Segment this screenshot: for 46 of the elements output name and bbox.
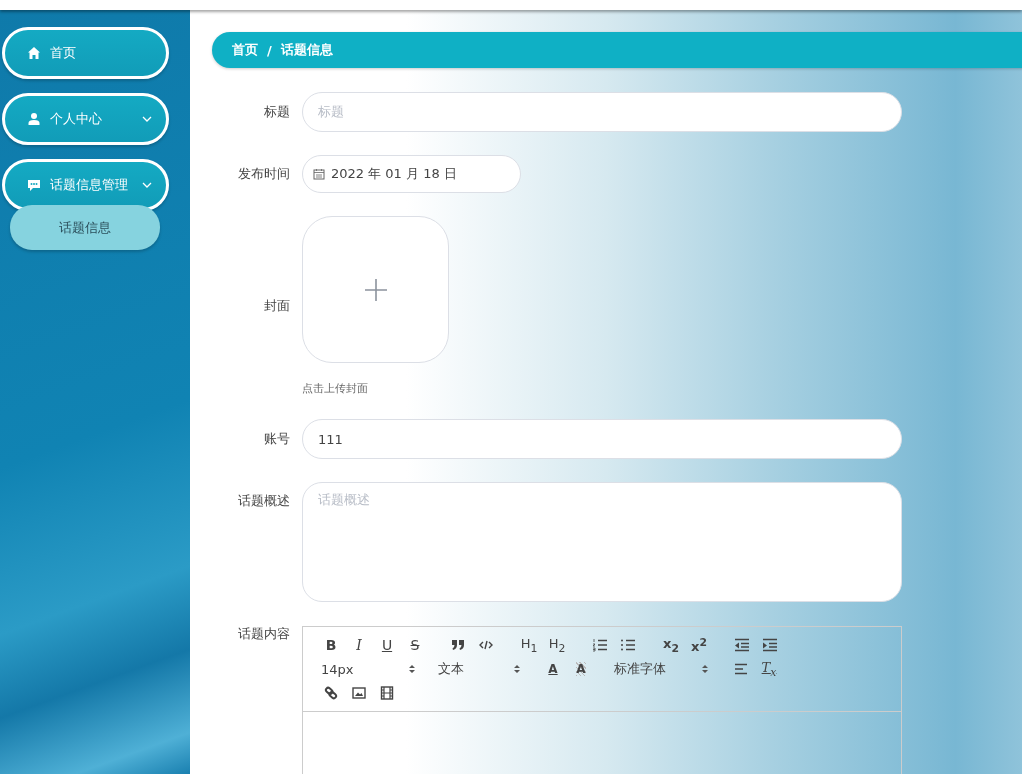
- image-icon[interactable]: [352, 687, 366, 699]
- field-label: 话题概述: [237, 492, 290, 510]
- field-label: 发布时间: [237, 165, 290, 183]
- input-field[interactable]: 111: [302, 419, 902, 459]
- up-down-icon: [514, 664, 520, 674]
- script-button[interactable]: x$^{2}$: [685, 635, 713, 655]
- breadcrumb-separator: /: [267, 42, 272, 58]
- code-icon[interactable]: [479, 639, 493, 651]
- field-label: 标题: [263, 103, 290, 121]
- date-field[interactable]: 2022 年 01 月 18 日: [302, 155, 521, 193]
- upload-hint: 点击上传封面: [302, 381, 369, 396]
- heading-button[interactable]: H$_{2}$: [543, 635, 571, 655]
- bullet-list-icon[interactable]: [620, 638, 636, 652]
- film-icon[interactable]: [380, 686, 394, 700]
- link-icon[interactable]: [324, 686, 338, 700]
- home-icon: [27, 46, 41, 60]
- plus-icon: [363, 277, 388, 302]
- clear-format-button[interactable]: T$_{x}$: [755, 659, 783, 679]
- underline-button[interactable]: U: [373, 635, 401, 655]
- field-label: 话题内容: [237, 625, 290, 643]
- align-icon[interactable]: [734, 663, 748, 675]
- chat-icon: [27, 178, 41, 192]
- text-color-button[interactable]: A: [539, 659, 567, 679]
- field-label: 账号: [263, 430, 290, 448]
- user-icon: [27, 112, 41, 126]
- toolbar-select[interactable]: 14px: [317, 659, 419, 679]
- italic-button[interactable]: I: [345, 635, 373, 655]
- outdent-icon[interactable]: [734, 638, 750, 652]
- script-button[interactable]: x$_{2}$: [657, 635, 685, 655]
- background-color-button[interactable]: A: [567, 659, 595, 679]
- strikethrough-button[interactable]: S: [401, 635, 429, 655]
- chevron-down-icon: [142, 182, 152, 188]
- quote-icon[interactable]: [451, 639, 465, 651]
- indent-icon[interactable]: [762, 638, 778, 652]
- chevron-down-icon: [142, 116, 152, 122]
- toolbar-select[interactable]: 文本: [434, 659, 524, 679]
- calendar-icon: [313, 168, 325, 180]
- field-label: 封面: [263, 297, 290, 315]
- up-down-icon: [409, 664, 415, 674]
- bold-button[interactable]: B: [317, 635, 345, 655]
- up-down-icon: [702, 664, 708, 674]
- heading-button[interactable]: H$_{1}$: [515, 635, 543, 655]
- rich-text-editor[interactable]: B I U S H$_{1}$ H$_{2}$ x$_{2}$ x$^{2}$ 14px 文本 A A 标准字体 T$_{x}$: [302, 626, 902, 774]
- numbered-list-icon[interactable]: [592, 638, 608, 652]
- toolbar-select[interactable]: 标准字体: [610, 659, 712, 679]
- submenu-item[interactable]: 话题信息: [10, 205, 160, 250]
